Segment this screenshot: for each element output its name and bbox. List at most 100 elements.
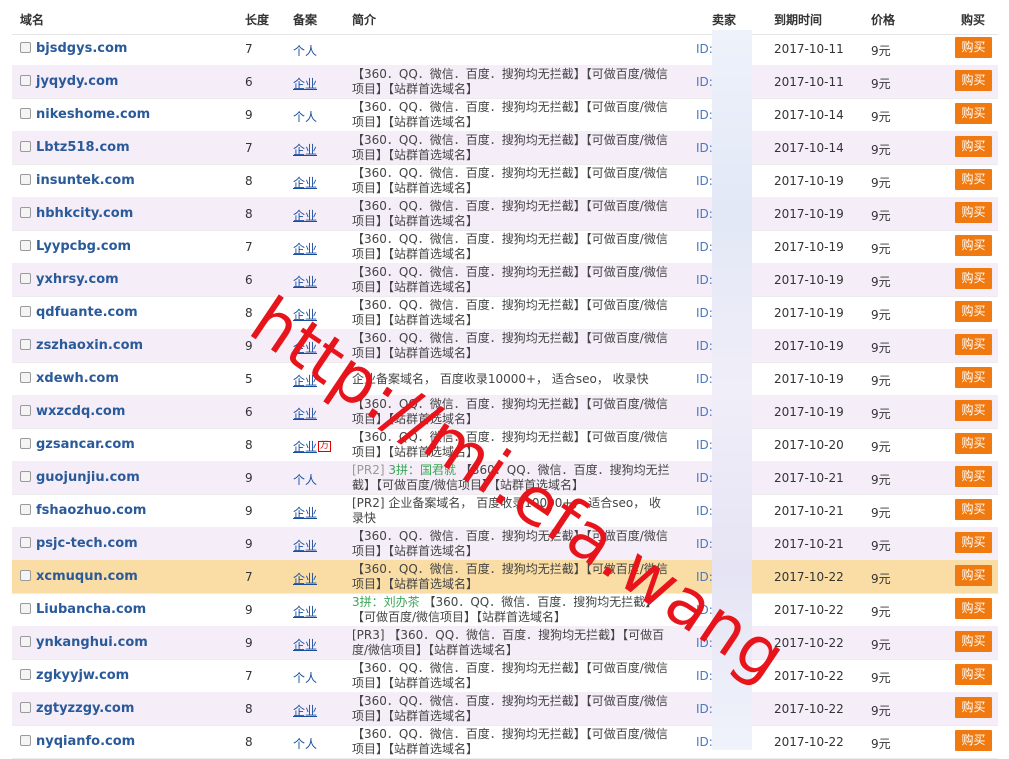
buy-button[interactable]: 购买 xyxy=(955,499,992,520)
description: 【360．QQ．微信．百度．搜狗均无拦截】【可做百度/微信项目】【站群首选域名】 xyxy=(352,727,672,757)
domain-link[interactable]: insuntek.com xyxy=(36,173,135,188)
row-checkbox[interactable] xyxy=(20,438,31,449)
buy-button[interactable]: 购买 xyxy=(955,268,992,289)
row-checkbox[interactable] xyxy=(20,372,31,383)
buy-button[interactable]: 购买 xyxy=(955,367,992,388)
price-value: 9元 xyxy=(871,341,891,355)
header-expire[interactable]: 到期时间 xyxy=(774,11,822,28)
buy-button[interactable]: 购买 xyxy=(955,70,992,91)
buy-button[interactable]: 购买 xyxy=(955,598,992,619)
table-header: 域名 长度 备案 简介 卖家 到期时间 价格 购买 xyxy=(12,0,998,35)
buy-button[interactable]: 购买 xyxy=(955,103,992,124)
buy-button[interactable]: 购买 xyxy=(955,334,992,355)
buy-button[interactable]: 购买 xyxy=(955,433,992,454)
expire-date: 2017-10-21 xyxy=(774,504,844,518)
row-checkbox[interactable] xyxy=(20,603,31,614)
buy-button[interactable]: 购买 xyxy=(955,730,992,751)
record-type[interactable]: 企业 xyxy=(293,537,317,554)
domain-link[interactable]: zgtyzzgy.com xyxy=(36,701,134,716)
row-checkbox[interactable] xyxy=(20,405,31,416)
row-checkbox[interactable] xyxy=(20,537,31,548)
expire-date: 2017-10-19 xyxy=(774,372,844,386)
domain-link[interactable]: ynkanghui.com xyxy=(36,635,148,650)
domain-link[interactable]: xdewh.com xyxy=(36,371,119,386)
record-type[interactable]: 企业 xyxy=(293,636,317,653)
domain-link[interactable]: qdfuante.com xyxy=(36,305,138,320)
record-type[interactable]: 企业 xyxy=(293,174,317,191)
buy-button[interactable]: 购买 xyxy=(955,202,992,223)
length-value: 6 xyxy=(245,405,253,419)
length-value: 7 xyxy=(245,240,253,254)
buy-button[interactable]: 购买 xyxy=(955,235,992,256)
row-checkbox[interactable] xyxy=(20,174,31,185)
row-checkbox[interactable] xyxy=(20,42,31,53)
record-type[interactable]: 企业 xyxy=(293,570,317,587)
buy-button[interactable]: 购买 xyxy=(955,631,992,652)
domain-link[interactable]: Lyypcbg.com xyxy=(36,239,131,254)
length-value: 8 xyxy=(245,702,253,716)
domain-link[interactable]: psjc-tech.com xyxy=(36,536,138,551)
row-checkbox[interactable] xyxy=(20,207,31,218)
header-seller: 卖家 xyxy=(712,13,737,27)
domain-link[interactable]: gzsancar.com xyxy=(36,437,135,452)
domain-link[interactable]: hbhkcity.com xyxy=(36,206,133,221)
record-type[interactable]: 企业 xyxy=(293,603,317,620)
row-checkbox[interactable] xyxy=(20,306,31,317)
header-record[interactable]: 备案 xyxy=(293,11,317,28)
domain-link[interactable]: jyqydy.com xyxy=(36,74,118,89)
record-type[interactable]: 企业 xyxy=(293,504,317,521)
domain-link[interactable]: wxzcdq.com xyxy=(36,404,125,419)
buy-button[interactable]: 购买 xyxy=(955,400,992,421)
price-value: 9元 xyxy=(871,143,891,157)
record-type[interactable]: 企业 xyxy=(293,207,317,224)
record-type[interactable]: 企业 xyxy=(293,141,317,158)
record-type[interactable]: 企业 xyxy=(293,405,317,422)
domain-link[interactable]: zgkyyjw.com xyxy=(36,668,129,683)
header-price[interactable]: 价格 xyxy=(871,11,895,28)
table-row: zgtyzzgy.com 8 企业 【360．QQ．微信．百度．搜狗均无拦截】【可做百… xyxy=(12,692,998,726)
domain-link[interactable]: Lbtz518.com xyxy=(36,140,130,155)
row-checkbox[interactable] xyxy=(20,108,31,119)
buy-button[interactable]: 购买 xyxy=(955,664,992,685)
domain-link[interactable]: zszhaoxin.com xyxy=(36,338,143,353)
buy-button[interactable]: 购买 xyxy=(955,697,992,718)
buy-button[interactable]: 购买 xyxy=(955,466,992,487)
domain-link[interactable]: yxhrsy.com xyxy=(36,272,119,287)
buy-button[interactable]: 购买 xyxy=(955,37,992,58)
domain-link[interactable]: bjsdgys.com xyxy=(36,41,127,56)
length-value: 6 xyxy=(245,273,253,287)
row-checkbox[interactable] xyxy=(20,339,31,350)
domain-link[interactable]: xcmuqun.com xyxy=(36,569,138,584)
row-checkbox[interactable] xyxy=(20,570,31,581)
domain-link[interactable]: nikeshome.com xyxy=(36,107,150,122)
domain-link[interactable]: nyqianfo.com xyxy=(36,734,135,749)
row-checkbox[interactable] xyxy=(20,75,31,86)
row-checkbox[interactable] xyxy=(20,504,31,515)
buy-button[interactable]: 购买 xyxy=(955,136,992,157)
record-type[interactable]: 企业 xyxy=(293,273,317,290)
domain-link[interactable]: guojunjiu.com xyxy=(36,470,140,485)
table-row: nikeshome.com 9 个人 【360．QQ．微信．百度．搜狗均无拦截】【可做… xyxy=(12,98,998,132)
domain-link[interactable]: Liubancha.com xyxy=(36,602,146,617)
record-type[interactable]: 企业 xyxy=(293,702,317,719)
expire-date: 2017-10-22 xyxy=(774,603,844,617)
domain-link[interactable]: fshaozhuo.com xyxy=(36,503,146,518)
buy-button[interactable]: 购买 xyxy=(955,565,992,586)
row-checkbox[interactable] xyxy=(20,636,31,647)
description: 【360．QQ．微信．百度．搜狗均无拦截】【可做百度/微信项目】【站群首选域名】 xyxy=(352,694,672,724)
buy-button[interactable]: 购买 xyxy=(955,169,992,190)
row-checkbox[interactable] xyxy=(20,735,31,746)
header-domain[interactable]: 域名 xyxy=(20,11,44,28)
record-type[interactable]: 企业 xyxy=(293,240,317,257)
record-type[interactable]: 企业 xyxy=(293,438,317,455)
row-checkbox[interactable] xyxy=(20,273,31,284)
header-length[interactable]: 长度 xyxy=(245,11,269,28)
row-checkbox[interactable] xyxy=(20,141,31,152)
row-checkbox[interactable] xyxy=(20,240,31,251)
row-checkbox[interactable] xyxy=(20,669,31,680)
buy-button[interactable]: 购买 xyxy=(955,301,992,322)
record-type[interactable]: 企业 xyxy=(293,75,317,92)
row-checkbox[interactable] xyxy=(20,702,31,713)
row-checkbox[interactable] xyxy=(20,471,31,482)
buy-button[interactable]: 购买 xyxy=(955,532,992,553)
